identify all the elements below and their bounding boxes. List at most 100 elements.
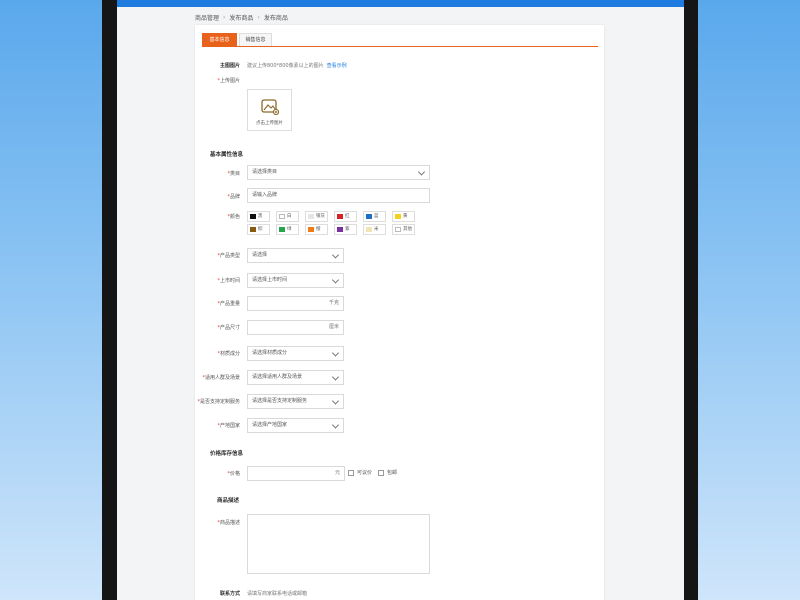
unit-label: 千克 — [328, 300, 339, 306]
price-label: *价格 — [227, 471, 240, 477]
tab-basic-info[interactable]: 基本信息 — [202, 33, 237, 46]
field-value: 请选择是否支持定制服务 — [252, 398, 308, 404]
color-name: 米 — [374, 227, 379, 232]
attribute-label: *产品类型 — [195, 252, 240, 259]
field-value: 请选择 — [252, 252, 268, 258]
color-chip — [308, 214, 314, 219]
brand-input[interactable]: 请输入品牌 — [247, 188, 430, 203]
color-name: 蓝 — [374, 214, 379, 219]
attribute-label: *产品重量 — [195, 300, 240, 307]
color-swatch[interactable]: 棕 — [247, 224, 270, 235]
breadcrumb-item-3: 发布商品 — [263, 15, 288, 22]
attribute-label-text: 产品类型 — [219, 253, 240, 259]
breadcrumb-item-1[interactable]: 商品管理 — [195, 13, 219, 22]
app-screen: 商品管理 › 发布商品 › 发布商品 基本信息 销售信息 主图图片 建议上传80… — [117, 0, 684, 600]
contact-label: 联系方式 — [219, 591, 240, 597]
color-chip — [366, 227, 372, 232]
attribute-label-text: 产品重量 — [219, 301, 240, 307]
attribute-label-text: 适用人群及场景 — [204, 375, 240, 381]
form-panel: 基本信息 销售信息 主图图片 建议上传800*800像素以上的图片 查看示例 *上… — [195, 25, 604, 600]
chevron-down-icon — [331, 396, 340, 405]
upload-caption: 点击上传图片 — [256, 121, 283, 126]
attribute-select[interactable]: 请选择产地国家 — [247, 418, 344, 433]
category-select[interactable]: 请选择类目 — [247, 165, 430, 180]
color-swatch[interactable]: 黑 — [247, 211, 270, 222]
color-name: 银灰 — [316, 214, 325, 219]
color-swatch[interactable]: 蓝 — [363, 211, 386, 222]
color-name: 白 — [287, 214, 292, 219]
color-label: *颜色 — [227, 214, 240, 220]
top-bar — [117, 0, 684, 7]
color-chip — [279, 227, 285, 232]
attribute-select[interactable]: 请选择适用人群及场景 — [247, 370, 344, 385]
attribute-select[interactable]: 请选择材质成分 — [247, 346, 344, 361]
negotiable-checkbox[interactable]: 可议价 — [348, 469, 372, 476]
free-shipping-checkbox[interactable]: 包邮 — [378, 469, 397, 476]
field-value: 请选择材质成分 — [252, 350, 288, 356]
attribute-label-text: 上市时间 — [219, 278, 240, 284]
section-basic-title: 基本属性信息 — [210, 152, 244, 158]
attribute-select[interactable]: 请选择 — [247, 248, 344, 263]
color-chip — [337, 227, 343, 232]
breadcrumb-item-2[interactable]: 发布商品 — [229, 13, 253, 22]
color-name: 绿 — [287, 227, 292, 232]
chevron-down-icon — [331, 372, 340, 381]
color-chip — [279, 214, 285, 219]
attribute-select[interactable]: 请选择上市时间 — [247, 273, 344, 288]
color-swatch[interactable]: 红 — [334, 211, 357, 222]
view-example-link[interactable]: 查看示例 — [327, 63, 347, 69]
chevron-down-icon — [417, 167, 426, 176]
attribute-label: *适用人群及场景 — [195, 374, 240, 381]
field-value: 请选择适用人群及场景 — [252, 374, 303, 380]
color-name: 橙 — [316, 227, 321, 232]
color-name: 红 — [345, 214, 350, 219]
attribute-label: *是否支持定制服务 — [195, 398, 240, 405]
color-swatch[interactable]: 其他 — [392, 224, 415, 235]
color-swatch[interactable]: 银灰 — [305, 211, 328, 222]
color-name: 棕 — [258, 227, 263, 232]
attribute-label: *上市时间 — [195, 277, 240, 284]
main-image-label: 主图图片 — [219, 63, 240, 69]
color-swatch[interactable]: 白 — [276, 211, 299, 222]
color-chip — [308, 227, 314, 232]
breadcrumb-separator: › — [257, 14, 260, 21]
tab-sales-info[interactable]: 销售信息 — [239, 33, 272, 46]
image-upload-box[interactable]: 点击上传图片 — [247, 89, 292, 131]
breadcrumb: 商品管理 › 发布商品 › 发布商品 — [195, 13, 288, 22]
breadcrumb-separator: › — [223, 14, 226, 21]
category-label: *类目 — [227, 171, 240, 177]
description-textarea[interactable] — [247, 514, 430, 574]
attribute-label: *材质成分 — [195, 350, 240, 357]
color-swatch[interactable]: 紫 — [334, 224, 357, 235]
attribute-select[interactable]: 请选择是否支持定制服务 — [247, 394, 344, 409]
unit-label: 厘米 — [328, 324, 339, 330]
color-swatch[interactable]: 米 — [363, 224, 386, 235]
upload-label: *上传图片 — [217, 78, 240, 84]
color-chip — [337, 214, 343, 219]
color-swatch[interactable]: 绿 — [276, 224, 299, 235]
image-upload-icon — [261, 99, 279, 115]
color-chip — [250, 227, 256, 232]
color-name: 黑 — [258, 214, 263, 219]
checkbox-box[interactable] — [378, 469, 384, 476]
attribute-label-text: 是否支持定制服务 — [199, 399, 240, 405]
color-chip — [395, 214, 401, 219]
color-swatch[interactable]: 橙 — [305, 224, 328, 235]
price-input[interactable]: 元 — [247, 466, 345, 481]
attribute-input[interactable]: 千克 — [247, 296, 344, 311]
color-name: 其他 — [403, 227, 412, 232]
brand-label: *品牌 — [227, 194, 240, 200]
contact-hint: 请填写商家联系电话或邮箱 — [247, 591, 308, 597]
color-name: 紫 — [345, 227, 350, 232]
color-name: 黄 — [403, 214, 408, 219]
field-value: 请选择产地国家 — [252, 422, 288, 428]
checkbox-box[interactable] — [348, 469, 354, 476]
main-image-hint: 建议上传800*800像素以上的图片 查看示例 — [247, 63, 347, 69]
color-chip — [395, 227, 401, 232]
tab-bar: 基本信息 销售信息 — [202, 33, 598, 47]
section-desc-title: 商品描述 — [217, 498, 240, 504]
attribute-input[interactable]: 厘米 — [247, 320, 344, 335]
color-swatch[interactable]: 黄 — [392, 211, 415, 222]
chevron-down-icon — [331, 250, 340, 259]
attribute-label-text: 材质成分 — [219, 351, 240, 357]
